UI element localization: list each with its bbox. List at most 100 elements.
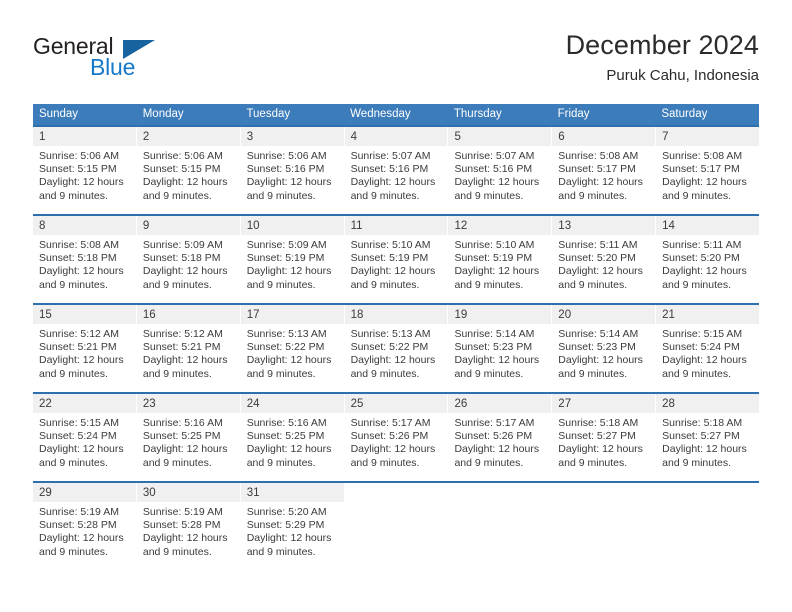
day-cell[interactable]: 13 Sunrise: 5:11 AM Sunset: 5:20 PM Dayl… [552, 216, 657, 303]
day-cell[interactable]: 8 Sunrise: 5:08 AM Sunset: 5:18 PM Dayli… [33, 216, 137, 303]
day-cell[interactable]: 16 Sunrise: 5:12 AM Sunset: 5:21 PM Dayl… [136, 305, 241, 392]
day-cell[interactable]: 19 Sunrise: 5:14 AM Sunset: 5:23 PM Dayl… [448, 305, 553, 392]
day-cell[interactable]: 14 Sunrise: 5:11 AM Sunset: 5:20 PM Dayl… [656, 216, 760, 303]
sunset-text: Sunset: 5:16 PM [246, 163, 325, 176]
daylight-text-line1: Daylight: 12 hours [142, 176, 228, 189]
sunset-text: Sunset: 5:22 PM [246, 341, 325, 354]
day-cell[interactable]: 3 Sunrise: 5:06 AM Sunset: 5:16 PM Dayli… [240, 127, 345, 214]
daylight-text-line1: Daylight: 12 hours [350, 354, 436, 367]
daylight-text-line2: and 9 minutes. [39, 456, 108, 469]
daylight-text-line1: Daylight: 12 hours [142, 532, 228, 545]
daylight-text-line2: and 9 minutes. [662, 189, 732, 202]
daylight-text-line2: and 9 minutes. [662, 278, 732, 291]
day-cell[interactable]: 7 Sunrise: 5:08 AM Sunset: 5:17 PM Dayli… [656, 127, 760, 214]
day-cell[interactable]: 15 Sunrise: 5:12 AM Sunset: 5:21 PM Dayl… [33, 305, 137, 392]
day-cell[interactable]: 29 Sunrise: 5:19 AM Sunset: 5:28 PM Dayl… [33, 483, 137, 570]
day-number-band: 30 [136, 483, 240, 502]
daylight-text-line2: and 9 minutes. [39, 367, 108, 380]
sunrise-text: Sunrise: 5:06 AM [39, 150, 119, 162]
day-number-band: 19 [448, 305, 552, 324]
daylight-text-line2: and 9 minutes. [662, 456, 732, 469]
sunrise-text: Sunrise: 5:18 AM [662, 417, 743, 429]
day-cell-empty [448, 483, 553, 570]
day-cell[interactable]: 12 Sunrise: 5:10 AM Sunset: 5:19 PM Dayl… [448, 216, 553, 303]
sunset-text: Sunset: 5:26 PM [454, 430, 533, 443]
day-cell[interactable]: 25 Sunrise: 5:17 AM Sunset: 5:26 PM Dayl… [344, 394, 449, 481]
day-cell[interactable]: 5 Sunrise: 5:07 AM Sunset: 5:16 PM Dayli… [448, 127, 553, 214]
day-cell[interactable]: 21 Sunrise: 5:15 AM Sunset: 5:24 PM Dayl… [656, 305, 760, 392]
weekday-header-friday: Friday [557, 108, 590, 120]
sunset-text: Sunset: 5:23 PM [454, 341, 533, 354]
day-details: Sunrise: 5:14 AM Sunset: 5:23 PM Dayligh… [552, 324, 655, 381]
daylight-text-line1: Daylight: 12 hours [558, 176, 643, 189]
day-cell[interactable]: 23 Sunrise: 5:16 AM Sunset: 5:25 PM Dayl… [136, 394, 241, 481]
day-number: 24 [246, 398, 260, 410]
daylight-text-line2: and 9 minutes. [662, 367, 732, 380]
day-number-band: 4 [344, 127, 448, 146]
sunrise-text: Sunrise: 5:08 AM [558, 150, 639, 162]
sunrise-text: Sunrise: 5:11 AM [558, 239, 638, 251]
daylight-text-line1: Daylight: 12 hours [454, 354, 540, 367]
day-cell[interactable]: 9 Sunrise: 5:09 AM Sunset: 5:18 PM Dayli… [136, 216, 241, 303]
day-number: 19 [454, 309, 468, 321]
day-number: 18 [350, 309, 364, 321]
page-title: December 2024 [565, 30, 759, 60]
day-cell[interactable]: 17 Sunrise: 5:13 AM Sunset: 5:22 PM Dayl… [240, 305, 345, 392]
day-number-band: 5 [448, 127, 552, 146]
daylight-text-line1: Daylight: 12 hours [454, 443, 540, 456]
sunset-text: Sunset: 5:17 PM [558, 163, 636, 176]
day-details: Sunrise: 5:09 AM Sunset: 5:18 PM Dayligh… [137, 235, 240, 292]
sunset-text: Sunset: 5:20 PM [558, 252, 636, 265]
day-number-band: 1 [33, 127, 136, 146]
day-number-band [552, 483, 655, 502]
daylight-text-line2: and 9 minutes. [558, 278, 628, 291]
generalblue-logo[interactable]: General Blue [33, 33, 223, 88]
daylight-text-line1: Daylight: 12 hours [246, 532, 332, 545]
day-cell[interactable]: 11 Sunrise: 5:10 AM Sunset: 5:19 PM Dayl… [344, 216, 449, 303]
day-cell[interactable]: 24 Sunrise: 5:16 AM Sunset: 5:25 PM Dayl… [240, 394, 345, 481]
day-details: Sunrise: 5:15 AM Sunset: 5:24 PM Dayligh… [33, 413, 136, 470]
day-cell[interactable]: 22 Sunrise: 5:15 AM Sunset: 5:24 PM Dayl… [33, 394, 137, 481]
weekday-header-tuesday: Tuesday [246, 108, 291, 120]
day-details: Sunrise: 5:15 AM Sunset: 5:24 PM Dayligh… [656, 324, 759, 381]
day-number: 15 [39, 309, 52, 321]
day-details: Sunrise: 5:19 AM Sunset: 5:28 PM Dayligh… [33, 502, 136, 559]
day-cell[interactable]: 28 Sunrise: 5:18 AM Sunset: 5:27 PM Dayl… [656, 394, 760, 481]
day-cell[interactable]: 26 Sunrise: 5:17 AM Sunset: 5:26 PM Dayl… [448, 394, 553, 481]
day-cell[interactable]: 1 Sunrise: 5:06 AM Sunset: 5:15 PM Dayli… [33, 127, 137, 214]
day-number: 1 [39, 131, 46, 143]
daylight-text-line2: and 9 minutes. [142, 545, 212, 558]
day-number: 26 [454, 398, 468, 410]
day-number-band: 9 [136, 216, 240, 235]
sunrise-text: Sunrise: 5:20 AM [246, 506, 327, 518]
sunrise-text: Sunrise: 5:15 AM [39, 417, 119, 429]
day-cell[interactable]: 6 Sunrise: 5:08 AM Sunset: 5:17 PM Dayli… [552, 127, 657, 214]
calendar-week-row: 29 Sunrise: 5:19 AM Sunset: 5:28 PM Dayl… [33, 481, 760, 570]
day-number-band: 26 [448, 394, 552, 413]
day-cell[interactable]: 4 Sunrise: 5:07 AM Sunset: 5:16 PM Dayli… [344, 127, 449, 214]
day-cell[interactable]: 10 Sunrise: 5:09 AM Sunset: 5:19 PM Dayl… [240, 216, 345, 303]
day-cell[interactable]: 2 Sunrise: 5:06 AM Sunset: 5:15 PM Dayli… [136, 127, 241, 214]
sunset-text: Sunset: 5:22 PM [350, 341, 429, 354]
day-number-band [448, 483, 551, 502]
sunset-text: Sunset: 5:16 PM [454, 163, 533, 176]
day-cell[interactable]: 27 Sunrise: 5:18 AM Sunset: 5:27 PM Dayl… [552, 394, 657, 481]
day-cell[interactable]: 18 Sunrise: 5:13 AM Sunset: 5:22 PM Dayl… [344, 305, 449, 392]
daylight-text-line1: Daylight: 12 hours [662, 176, 747, 189]
sunset-text: Sunset: 5:21 PM [39, 341, 117, 354]
daylight-text-line1: Daylight: 12 hours [39, 532, 124, 545]
day-details: Sunrise: 5:06 AM Sunset: 5:15 PM Dayligh… [137, 146, 240, 203]
day-number: 17 [246, 309, 260, 321]
day-cell[interactable]: 31 Sunrise: 5:20 AM Sunset: 5:29 PM Dayl… [240, 483, 345, 570]
weekday-header-monday: Monday [142, 108, 184, 120]
day-details: Sunrise: 5:17 AM Sunset: 5:26 PM Dayligh… [345, 413, 448, 470]
day-number-band: 24 [240, 394, 344, 413]
sunrise-text: Sunrise: 5:09 AM [246, 239, 327, 251]
day-cell[interactable]: 30 Sunrise: 5:19 AM Sunset: 5:28 PM Dayl… [136, 483, 241, 570]
weekday-header-thursday: Thursday [453, 108, 502, 120]
day-cell[interactable]: 20 Sunrise: 5:14 AM Sunset: 5:23 PM Dayl… [552, 305, 657, 392]
day-number: 7 [662, 131, 669, 143]
calendar-week-row: 15 Sunrise: 5:12 AM Sunset: 5:21 PM Dayl… [33, 303, 760, 392]
sunset-text: Sunset: 5:23 PM [558, 341, 636, 354]
day-cell-empty [552, 483, 657, 570]
